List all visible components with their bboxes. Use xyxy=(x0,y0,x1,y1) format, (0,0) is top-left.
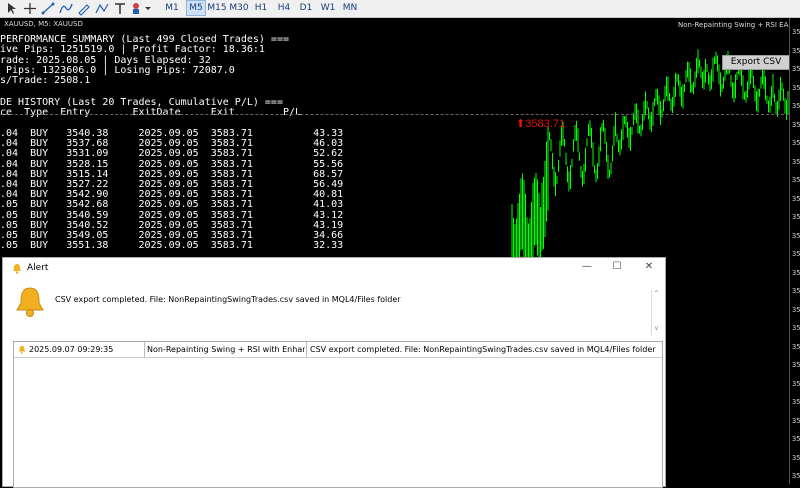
timeframe-m30[interactable]: M30 xyxy=(229,1,249,15)
price-axis-label: 35 xyxy=(792,305,800,314)
log-expert: Non-Repainting Swing + RSI with Enhanced… xyxy=(147,345,305,354)
chart-symbol: XAUUSD, M5: XAUUSD xyxy=(4,20,83,28)
timeframe-mn[interactable]: MN xyxy=(341,1,359,15)
scroll-down-icon[interactable]: v xyxy=(652,325,661,332)
price-axis-label: 35 xyxy=(792,379,800,388)
minimize-icon[interactable]: — xyxy=(579,261,595,272)
crosshair-icon[interactable] xyxy=(22,1,38,16)
price-axis-label: 35 xyxy=(792,250,800,258)
price-line xyxy=(0,114,789,115)
chart-toolbar: M1 M5 M15 M30 H1 H4 D1 W1 MN xyxy=(0,0,800,18)
alert-message: CSV export completed. File: NonRepaintin… xyxy=(55,295,401,304)
maximize-icon[interactable]: ☐ xyxy=(609,261,625,272)
curve-icon[interactable] xyxy=(58,1,74,16)
timeframe-d1[interactable]: D1 xyxy=(298,1,314,15)
alert-title: Alert xyxy=(27,263,49,273)
scroll-up-icon[interactable]: ^ xyxy=(652,290,661,297)
price-axis-label: 35 xyxy=(792,46,800,55)
price-axis-label: 35 xyxy=(792,65,800,73)
text-icon[interactable] xyxy=(112,1,128,16)
price-axis-label: 35 xyxy=(792,231,800,240)
summary-line: s/Trade: 2508.1 xyxy=(0,75,91,87)
price-axis-label: 35 xyxy=(792,213,800,221)
buy-arrow-label: ⬆3583.71 xyxy=(516,118,565,130)
line-icon[interactable] xyxy=(40,1,56,16)
alert-dialog: Alert — ☐ ✕ CSV export completed. File: … xyxy=(2,257,666,488)
price-axis-label: 35 xyxy=(792,194,800,203)
price-axis-label: 35 xyxy=(792,435,800,443)
close-icon[interactable]: ✕ xyxy=(641,261,657,272)
timeframe-h1[interactable]: H1 xyxy=(253,1,269,15)
bell-icon xyxy=(13,264,21,274)
bell-icon xyxy=(18,345,26,354)
price-axis-label: 35 xyxy=(792,28,800,36)
price-axis-label: 35 xyxy=(792,342,800,351)
alert-log-list: 2025.09.07 09:29:35 Non-Repainting Swing… xyxy=(13,341,663,488)
export-csv-button[interactable]: Export CSV xyxy=(722,55,790,70)
message-scrollbar[interactable]: ^ v xyxy=(651,290,661,336)
ea-title: Non-Repainting Swing + RSI EA xyxy=(678,21,789,29)
history-columns: ce Type Entry ExitDate Exit P/L xyxy=(0,107,302,118)
price-axis-label: 35 xyxy=(792,139,800,147)
alert-bell-icon xyxy=(16,287,44,317)
trade-row: .05 BUY 3551.38 2025.09.05 3583.71 32.33 xyxy=(0,240,344,252)
log-time: 2025.09.07 09:29:35 xyxy=(29,345,114,354)
price-axis-label: 35 xyxy=(792,398,800,406)
price-axis-label: 35 xyxy=(792,453,800,462)
polyline-icon[interactable] xyxy=(94,1,110,16)
table-row[interactable]: 2025.09.07 09:29:35 Non-Repainting Swing… xyxy=(14,342,662,358)
price-axis-label: 35 xyxy=(792,287,800,295)
price-axis-label: 35 xyxy=(792,416,800,425)
log-message: CSV export completed. File: NonRepaintin… xyxy=(310,345,656,354)
timeframe-w1[interactable]: W1 xyxy=(320,1,336,15)
price-axis-label: 35 xyxy=(792,157,800,166)
price-axis-label: 35 xyxy=(792,472,800,480)
price-axis-label: 35 xyxy=(792,324,800,332)
price-axis-label: 35 xyxy=(792,120,800,129)
shapes-icon[interactable] xyxy=(130,1,152,16)
timeframe-m5[interactable]: M5 xyxy=(186,0,206,16)
cursor-icon[interactable] xyxy=(4,1,20,16)
price-axis-label: 35 xyxy=(792,361,800,369)
timeframe-h4[interactable]: H4 xyxy=(276,1,292,15)
timeframe-m1[interactable]: M1 xyxy=(163,1,181,15)
arrow-icon: ⬆ xyxy=(516,118,526,130)
price-axis-label: 35 xyxy=(792,268,800,277)
pencil-icon[interactable] xyxy=(76,1,92,16)
price-axis-label: 35 xyxy=(792,176,800,184)
timeframe-m15[interactable]: M15 xyxy=(207,1,227,15)
price-axis: 35 35 35 35 35 35 35 35 35 35 35 35 35 35 35 35 35 35 35 35… xyxy=(789,18,800,484)
price-axis-label: 35 xyxy=(792,83,800,92)
price-axis-label: 35 xyxy=(792,102,800,110)
